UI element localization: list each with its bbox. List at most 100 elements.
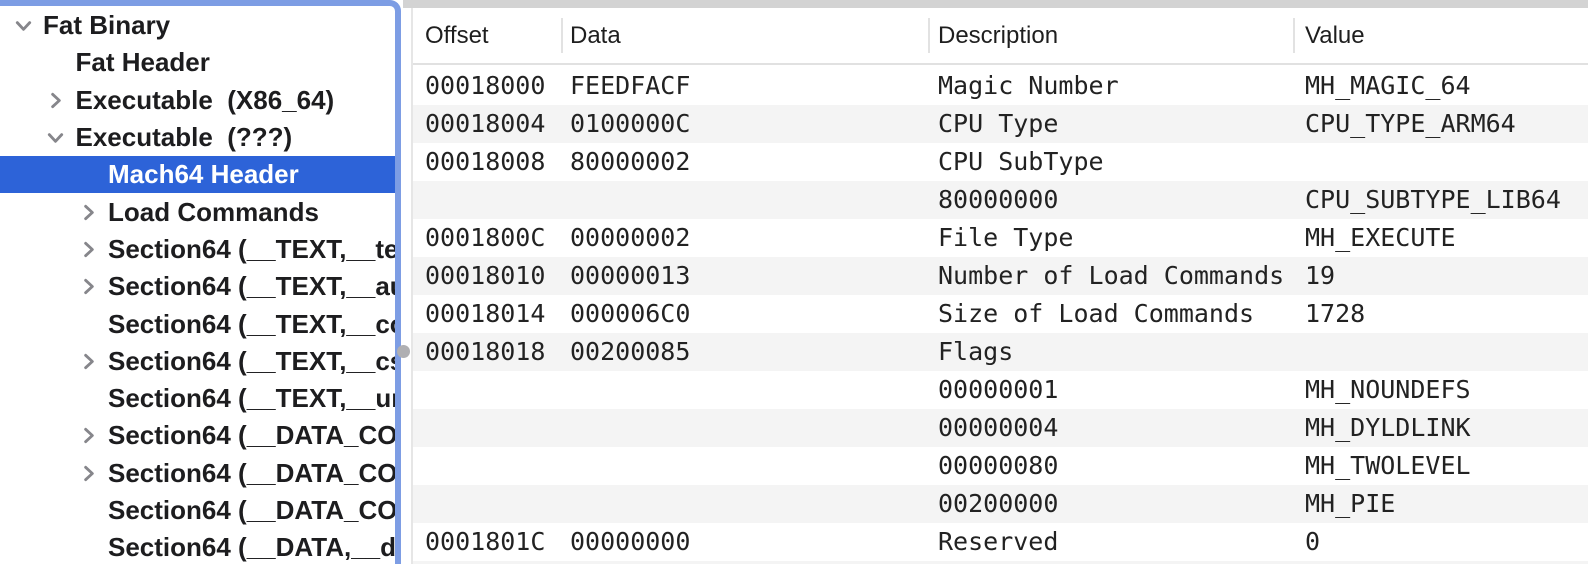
cell-data — [561, 409, 928, 447]
column-separator — [561, 18, 563, 53]
chevron-right-icon[interactable] — [77, 462, 99, 484]
table-row[interactable]: 00018008 80000002 CPU SubType — [413, 143, 1588, 181]
sidebar-item-section64-text-un[interactable]: Section64 (__TEXT,__un — [0, 380, 395, 417]
cell-data: 00000002 — [561, 219, 928, 257]
splitter-handle-dot[interactable] — [397, 345, 410, 358]
table-row[interactable]: 00018014 000006C0 Size of Load Commands … — [413, 295, 1588, 333]
cell-description: Size of Load Commands — [928, 295, 1293, 333]
sidebar-item-section64-data-d[interactable]: Section64 (__DATA,__d — [0, 529, 395, 564]
cell-offset — [413, 485, 561, 523]
table-row[interactable]: 00000004 MH_DYLDLINK — [413, 409, 1588, 447]
cell-offset — [413, 371, 561, 409]
titlebar-bottom-strip — [403, 0, 1588, 8]
cell-offset — [413, 181, 561, 219]
chevron-right-icon[interactable] — [77, 276, 99, 298]
sidebar-item-section64-data-co[interactable]: Section64 (__DATA_CO — [0, 417, 395, 454]
chevron-right-icon[interactable] — [77, 350, 99, 372]
cell-description: 00000001 — [928, 371, 1293, 409]
chevron-right-icon[interactable] — [77, 238, 99, 260]
sidebar-item-label: Executable (???) — [76, 122, 293, 153]
table-row[interactable]: 00018000 FEEDFACF Magic Number MH_MAGIC_… — [413, 67, 1588, 105]
cell-value: MH_NOUNDEFS — [1293, 371, 1588, 409]
sidebar-item-section64-text-cs[interactable]: Section64 (__TEXT,__cs — [0, 343, 395, 380]
sidebar-item-label: Mach64 Header — [108, 159, 299, 190]
cell-value: MH_EXECUTE — [1293, 219, 1588, 257]
cell-data: 00200085 — [561, 333, 928, 371]
cell-value: MH_TWOLEVEL — [1293, 447, 1588, 485]
cell-data — [561, 181, 928, 219]
chevron-right-icon[interactable] — [45, 89, 67, 111]
cell-offset: 0001801C — [413, 523, 561, 561]
table-left-border — [411, 8, 413, 564]
cell-description: 00000080 — [928, 447, 1293, 485]
table-row[interactable]: 00000001 MH_NOUNDEFS — [413, 371, 1588, 409]
sidebar-item-section64-text-co[interactable]: Section64 (__TEXT,__co — [0, 305, 395, 342]
cell-value: MH_MAGIC_64 — [1293, 67, 1588, 105]
table-row[interactable]: 00018010 00000013 Number of Load Command… — [413, 257, 1588, 295]
sidebar-item-section64-text-au[interactable]: Section64 (__TEXT,__au — [0, 268, 395, 305]
cell-data: 000006C0 — [561, 295, 928, 333]
table-row[interactable]: 00200000 MH_PIE — [413, 485, 1588, 523]
column-separator — [928, 18, 930, 53]
cell-description: Number of Load Commands — [928, 257, 1293, 295]
chevron-down-icon[interactable] — [45, 127, 67, 149]
cell-data — [561, 371, 928, 409]
chevron-right-icon[interactable] — [77, 425, 99, 447]
table-header-row: Offset Data Description Value — [413, 8, 1588, 65]
cell-description: 80000000 — [928, 181, 1293, 219]
table-row[interactable]: 00018018 00200085 Flags — [413, 333, 1588, 371]
sidebar-item-fat-header[interactable]: Fat Header — [0, 44, 395, 81]
chevron-right-icon[interactable] — [77, 201, 99, 223]
chevron-down-icon[interactable] — [12, 15, 34, 37]
sidebar-item-label: Section64 (__TEXT,__cs — [108, 346, 395, 377]
table-row[interactable]: 80000000 CPU_SUBTYPE_LIB64 — [413, 181, 1588, 219]
sidebar-item-label: Section64 (__TEXT,__te — [108, 234, 395, 265]
column-header-offset[interactable]: Offset — [413, 8, 561, 63]
cell-offset: 00018014 — [413, 295, 561, 333]
cell-offset — [413, 447, 561, 485]
table-row[interactable]: 0001800C 00000002 File Type MH_EXECUTE — [413, 219, 1588, 257]
cell-value: MH_PIE — [1293, 485, 1588, 523]
header-table-panel: Offset Data Description Value 00018000 F… — [413, 0, 1588, 564]
sidebar-item-executable[interactable]: Executable (???) — [0, 119, 395, 156]
cell-value: 1728 — [1293, 295, 1588, 333]
cell-description: Magic Number — [928, 67, 1293, 105]
cell-data: 80000002 — [561, 143, 928, 181]
cell-data — [561, 485, 928, 523]
column-separator — [1293, 18, 1295, 53]
column-header-label: Offset — [425, 22, 489, 50]
sidebar-item-label: Section64 (__TEXT,__un — [108, 383, 395, 414]
cell-data — [561, 447, 928, 485]
sidebar-item-section64-data-co[interactable]: Section64 (__DATA_CO — [0, 492, 395, 529]
outline-sidebar: Fat Binary Fat Header Executable (X86_64… — [0, 0, 401, 564]
sidebar-item-section64-data-co[interactable]: Section64 (__DATA_CO — [0, 455, 395, 492]
cell-description: 00200000 — [928, 485, 1293, 523]
cell-value — [1293, 333, 1588, 371]
table-row[interactable]: 0001801C 00000000 Reserved 0 — [413, 523, 1588, 561]
sidebar-item-load-commands[interactable]: Load Commands — [0, 193, 395, 230]
table-row[interactable]: 00000080 MH_TWOLEVEL — [413, 447, 1588, 485]
split-view-divider[interactable] — [401, 0, 411, 564]
cell-description: CPU Type — [928, 105, 1293, 143]
cell-data: 0100000C — [561, 105, 928, 143]
column-header-value[interactable]: Value — [1293, 8, 1588, 63]
cell-value: CPU_SUBTYPE_LIB64 — [1293, 181, 1588, 219]
cell-offset: 00018018 — [413, 333, 561, 371]
cell-offset: 0001800C — [413, 219, 561, 257]
table-row[interactable]: 00018004 0100000C CPU Type CPU_TYPE_ARM6… — [413, 105, 1588, 143]
cell-value — [1293, 143, 1588, 181]
sidebar-item-label: Section64 (__DATA_CO — [108, 458, 395, 489]
cell-offset: 00018010 — [413, 257, 561, 295]
cell-description: Flags — [928, 333, 1293, 371]
column-header-label: Description — [938, 22, 1058, 50]
cell-description: Reserved — [928, 523, 1293, 561]
sidebar-item-executable-x86-64[interactable]: Executable (X86_64) — [0, 82, 395, 119]
cell-description: File Type — [928, 219, 1293, 257]
sidebar-item-label: Fat Binary — [43, 10, 170, 41]
sidebar-item-label: Section64 (__DATA_CO — [108, 495, 395, 526]
column-header-data[interactable]: Data — [561, 8, 928, 63]
sidebar-item-fat-binary[interactable]: Fat Binary — [0, 7, 395, 44]
column-header-description[interactable]: Description — [928, 8, 1293, 63]
sidebar-item-section64-text-te[interactable]: Section64 (__TEXT,__te — [0, 231, 395, 268]
sidebar-item-mach64-header[interactable]: Mach64 Header — [0, 156, 395, 193]
